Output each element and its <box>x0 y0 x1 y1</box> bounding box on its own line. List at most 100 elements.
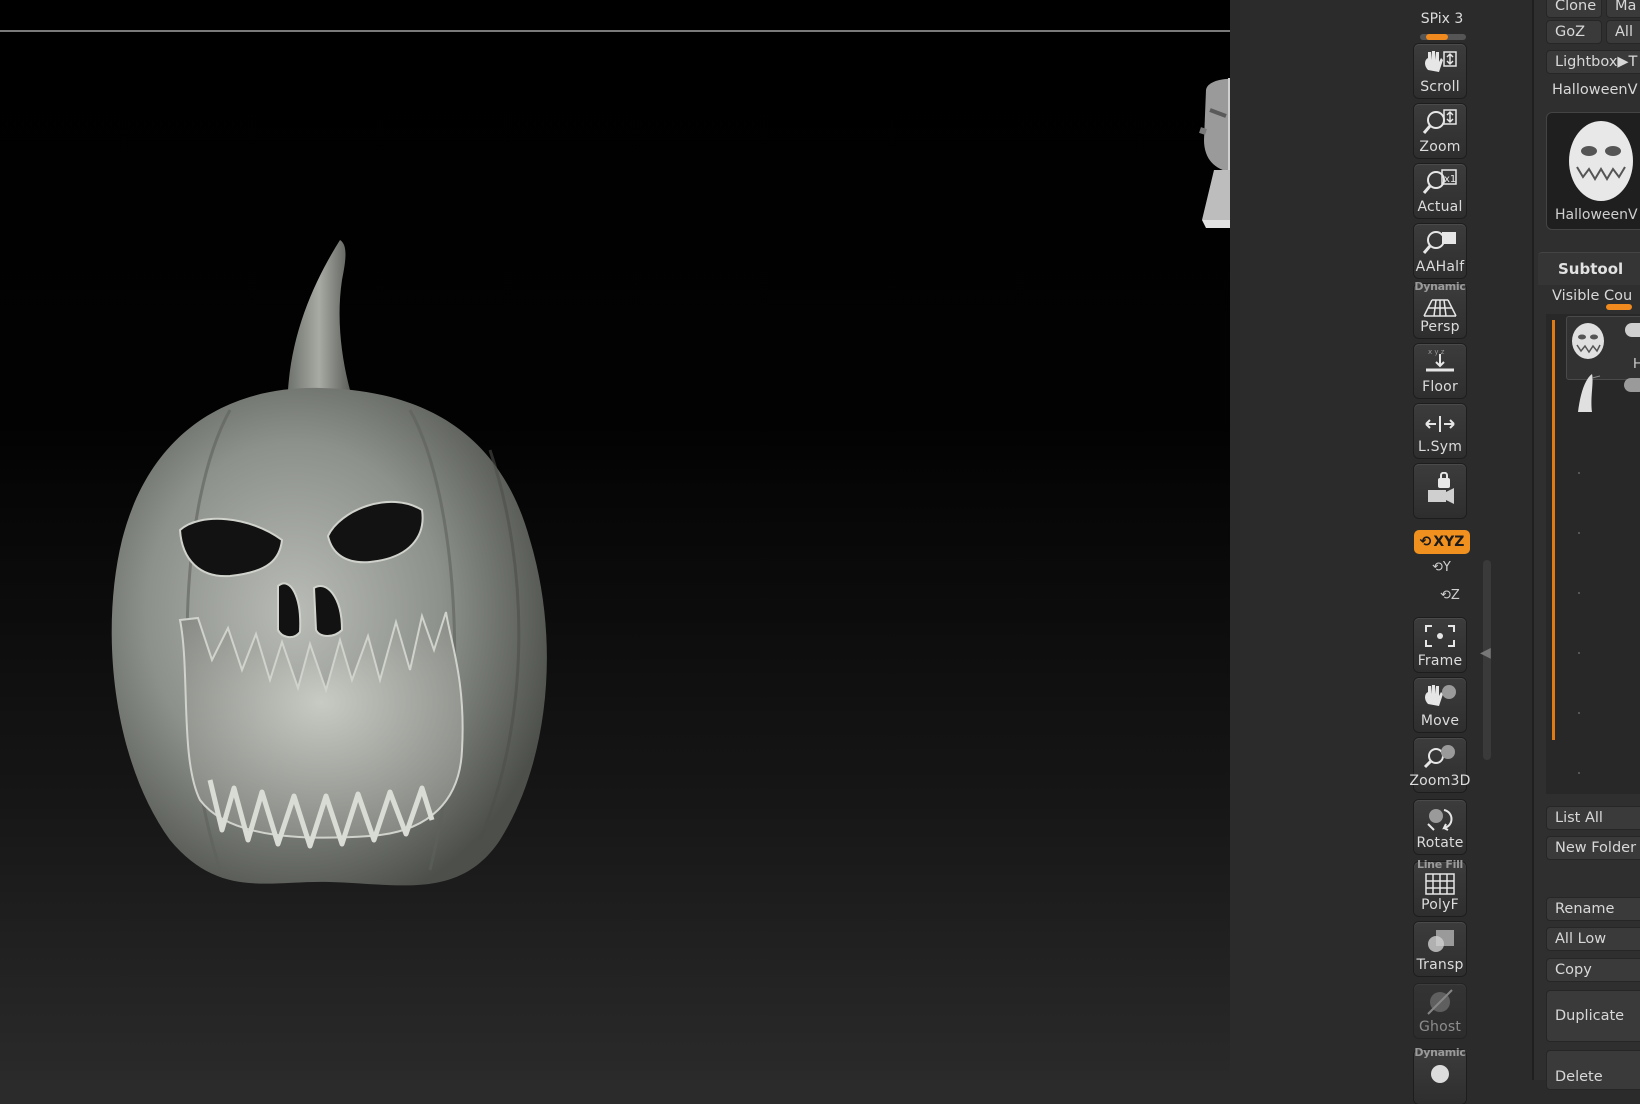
subtool-list[interactable]: H <box>1546 314 1640 794</box>
subtool-visibility-eye-icon[interactable] <box>1625 323 1640 337</box>
stem-subtool-icon <box>1578 374 1601 412</box>
hand-scroll-icon <box>1425 51 1457 72</box>
transp-label: Transp <box>1416 957 1464 973</box>
make-button[interactable]: Ma <box>1606 0 1640 18</box>
list-dot <box>1578 532 1580 534</box>
magnifier-actual-icon: x1 <box>1422 169 1457 194</box>
xyz-label: XYZ <box>1433 534 1465 550</box>
persp-button[interactable]: Dynamic Persp <box>1414 280 1466 338</box>
rename-label: Rename <box>1555 901 1615 917</box>
all-low-label: All Low <box>1555 931 1607 947</box>
lsym-button[interactable]: L.Sym <box>1414 404 1466 458</box>
solo-icon <box>1431 1065 1449 1083</box>
frame-button[interactable]: Frame <box>1414 618 1466 672</box>
goz-all-button[interactable]: All <box>1606 20 1640 44</box>
list-all-label: List All <box>1555 810 1603 826</box>
new-folder-button[interactable]: New Folder <box>1546 836 1640 860</box>
list-dot <box>1578 772 1580 774</box>
perspective-grid-icon <box>1423 299 1457 317</box>
floor-button[interactable]: x y z Floor <box>1414 344 1466 398</box>
aahalf-label: AAHalf <box>1415 259 1465 275</box>
zoom-label: Zoom <box>1419 139 1461 155</box>
list-all-button[interactable]: List All <box>1546 806 1640 830</box>
spix-label: SPix 3 <box>1420 11 1464 27</box>
polyframe-icon <box>1425 873 1455 895</box>
floor-label: Floor <box>1422 379 1458 395</box>
subtool-header[interactable]: Subtool <box>1538 252 1640 285</box>
transparency-icon <box>1428 930 1454 952</box>
scroll-label: Scroll <box>1420 79 1460 95</box>
copy-label: Copy <box>1555 962 1592 978</box>
ghost-button[interactable]: Ghost <box>1414 984 1466 1038</box>
list-dot <box>1578 652 1580 654</box>
zoom-button[interactable]: Zoom <box>1414 104 1466 158</box>
pumpkin-model[interactable] <box>110 240 550 920</box>
rotate-z-icon: ⟲ <box>1440 588 1451 603</box>
spix-fill <box>1426 34 1448 40</box>
lightbox-tool-button[interactable]: Lightbox▶T <box>1546 50 1640 74</box>
move-button[interactable]: Move <box>1414 678 1466 732</box>
local-symmetry-icon <box>1425 416 1455 432</box>
thumbnail-label: HalloweenV <box>1555 207 1638 223</box>
subtool-item-stem[interactable] <box>1572 372 1602 414</box>
dock-collapse-arrow-icon[interactable]: ◀ <box>1480 645 1491 661</box>
duplicate-button[interactable]: Duplicate <box>1546 990 1640 1042</box>
pumpkin-thumbnail-icon <box>1569 121 1633 201</box>
svg-text:x1: x1 <box>1444 174 1456 185</box>
goz-all-label: All <box>1615 24 1633 40</box>
delete-label: Delete <box>1555 1069 1603 1085</box>
visible-count-label: Visible Cou <box>1552 288 1633 304</box>
camera-lock-button[interactable] <box>1414 464 1466 518</box>
rotate-xyz-button[interactable]: ⟲ XYZ <box>1414 530 1470 554</box>
rotate-y-icon: ⟲ <box>1432 560 1443 575</box>
frame-label: Frame <box>1417 653 1463 669</box>
navigation-head-icon[interactable] <box>1186 70 1230 230</box>
subtool-scroll-rail[interactable] <box>1552 320 1555 740</box>
zoom3d-button[interactable]: Zoom3D <box>1409 738 1470 792</box>
actual-label: Actual <box>1417 199 1463 215</box>
subtool-item-name: H <box>1633 357 1640 372</box>
rotate-z-label: Z <box>1450 588 1460 603</box>
clone-label: Clone <box>1555 0 1597 14</box>
scroll-button[interactable]: Scroll <box>1414 44 1466 98</box>
rename-button[interactable]: Rename <box>1546 897 1640 921</box>
polyf-button[interactable]: Line Fill PolyF <box>1414 858 1466 916</box>
zoom3d-icon <box>1423 745 1455 769</box>
zoom3d-label: Zoom3D <box>1409 773 1471 789</box>
list-dot <box>1578 712 1580 714</box>
new-folder-label: New Folder <box>1555 840 1637 856</box>
delete-button[interactable]: Delete <box>1546 1050 1640 1090</box>
polyf-label: PolyF <box>1421 897 1459 913</box>
subtool-stem-visibility-eye-icon[interactable] <box>1624 378 1640 392</box>
floor-icon: x y z <box>1426 348 1454 372</box>
tool-thumbnail[interactable]: HalloweenV <box>1546 112 1640 230</box>
current-tool-name: HalloweenV <box>1552 82 1638 98</box>
solo-button[interactable]: Dynamic <box>1414 1046 1466 1104</box>
viewport-canvas[interactable] <box>0 0 1230 1080</box>
goz-button[interactable]: GoZ <box>1546 20 1602 44</box>
subtool-title: Subtool <box>1558 260 1624 278</box>
actual-button[interactable]: x1 Actual <box>1414 164 1466 218</box>
rotate-z-button[interactable]: ⟲Z <box>1440 588 1460 603</box>
rotate-label: Rotate <box>1416 835 1464 851</box>
hand-move-icon <box>1425 685 1456 706</box>
ghost-icon <box>1427 989 1453 1015</box>
viewport-top-line <box>0 30 1230 32</box>
copy-button[interactable]: Copy <box>1546 958 1640 982</box>
transp-button[interactable]: Transp <box>1414 922 1466 976</box>
rotate-button[interactable]: Rotate <box>1414 800 1466 854</box>
persp-label: Persp <box>1420 319 1460 335</box>
clone-button[interactable]: Clone <box>1546 0 1602 18</box>
lsym-label: L.Sym <box>1417 439 1463 455</box>
spix-slider[interactable]: SPix 3 <box>1412 8 1472 40</box>
all-low-button[interactable]: All Low <box>1546 927 1640 951</box>
rotate-icon <box>1427 809 1453 831</box>
visible-count-slider[interactable] <box>1606 304 1632 310</box>
aahalf-button[interactable]: AAHalf <box>1414 224 1466 278</box>
frame-icon <box>1425 625 1455 647</box>
svg-text:x y z: x y z <box>1428 348 1445 356</box>
goz-label: GoZ <box>1555 24 1586 40</box>
rotate-y-button[interactable]: ⟲Y <box>1432 560 1451 575</box>
subtool-item-selected[interactable]: H <box>1566 316 1640 380</box>
lightbox-label: Lightbox▶T <box>1555 54 1638 70</box>
